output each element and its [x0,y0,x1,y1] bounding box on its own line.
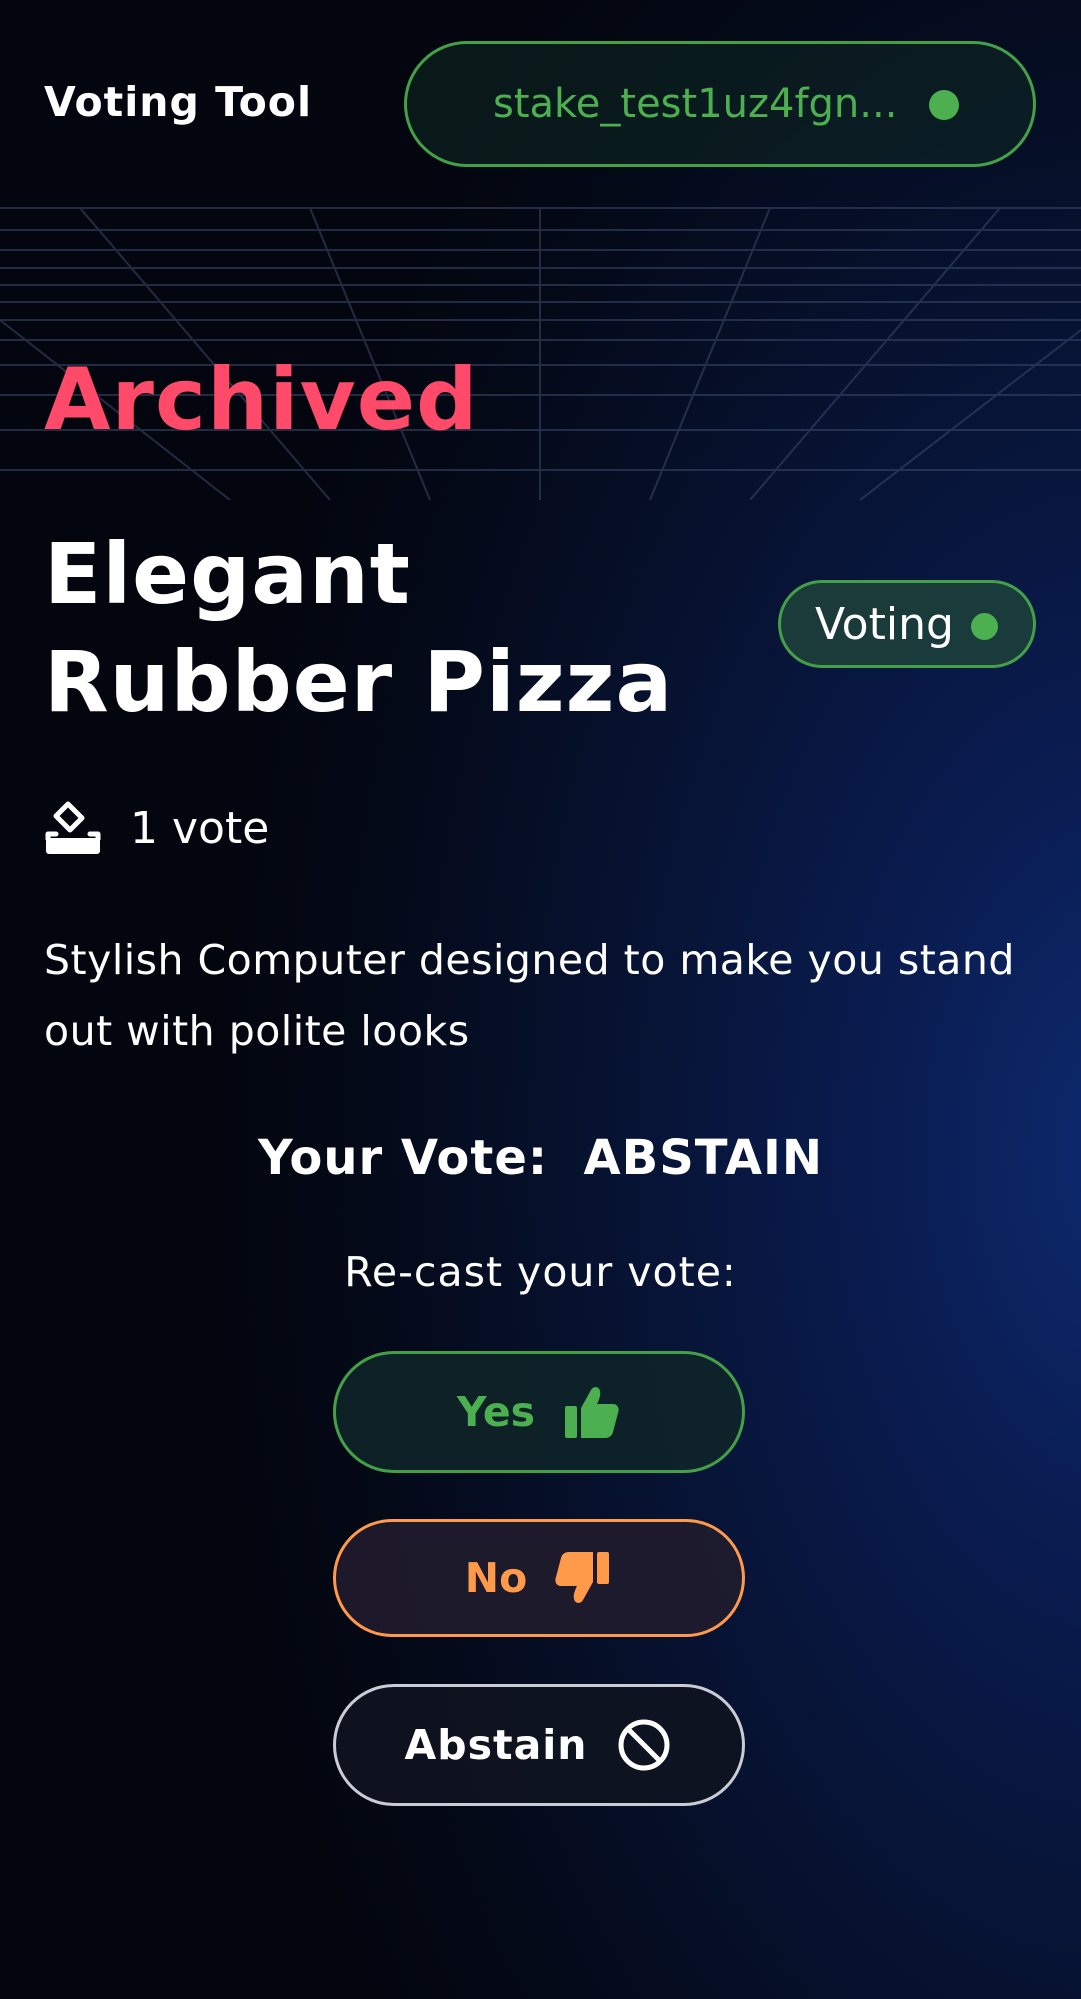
vote-no-label: No [464,1554,528,1602]
thumbs-up-icon [565,1387,619,1438]
proposal-title: Elegant Rubber Pizza [44,525,674,731]
status-badge-label: Voting [815,598,954,650]
thumbs-down-icon [555,1552,610,1603]
wallet-address-button[interactable]: stake_test1uz4fgn... [404,41,1036,167]
header: Voting Tool stake_test1uz4fgn... [0,0,1081,205]
recast-label: Re-cast your vote: [344,1248,737,1296]
app-title: Voting Tool [44,78,313,126]
your-vote-label: Your Vote: ABSTAIN [258,1130,823,1186]
wallet-address: stake_test1uz4fgn... [493,81,898,127]
vote-count-row: 1 vote [44,798,269,858]
vote-yes-label: Yes [456,1388,536,1436]
vote-no-button[interactable]: No [333,1519,745,1637]
vote-yes-button[interactable]: Yes [333,1351,745,1473]
status-dot [971,613,998,640]
vote-abstain-label: Abstain [404,1721,588,1769]
ballot-box-icon [45,801,101,854]
proposal-description: Stylish Computer designed to make you st… [44,936,1015,1055]
archived-heading: Archived [44,350,479,450]
ban-icon [618,1719,669,1771]
wallet-connected-dot [929,90,959,120]
status-badge: Voting [778,580,1036,668]
vote-abstain-button[interactable]: Abstain [333,1684,745,1806]
vote-count: 1 vote [130,802,270,854]
